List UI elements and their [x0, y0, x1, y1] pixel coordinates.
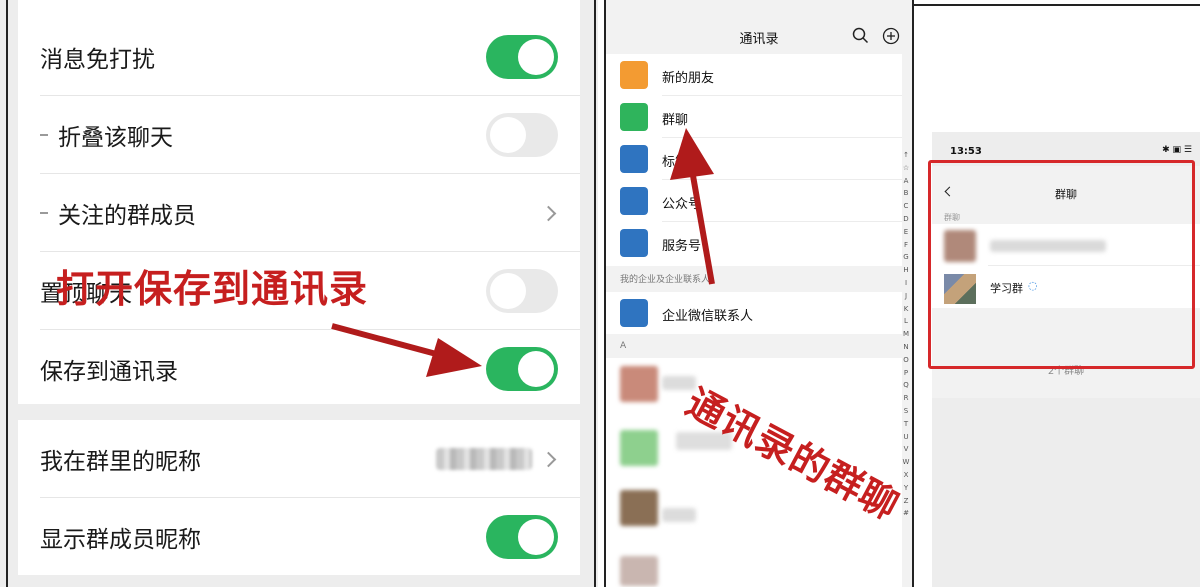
highlight-box [928, 160, 1195, 369]
group-settings-panel: 消息免打扰 折叠该聊天 关注的群成员 置顶聊天 保存到通讯录 我在群里的昵称 显… [0, 0, 598, 587]
frame-border [914, 4, 1200, 6]
status-icons: ✱ ▣ ☰ [1162, 145, 1192, 155]
arrow-annotation [331, 323, 482, 377]
status-time: 13:53 [950, 146, 982, 157]
